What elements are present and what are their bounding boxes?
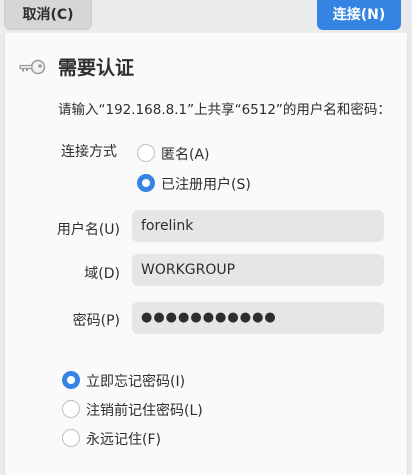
anonymous-radio-label[interactable]: 匿名(A): [161, 144, 210, 164]
username-label: 用户名(U): [56, 222, 120, 238]
domain-label: 域(D): [84, 266, 120, 282]
key-icon: [19, 59, 46, 75]
registered-user-radio-label[interactable]: 已注册用户(S): [161, 174, 251, 194]
registered-user-radio[interactable]: [137, 174, 155, 192]
connect-button[interactable]: 连接(N): [317, 0, 401, 30]
dialog-title: 需要认证: [58, 57, 135, 79]
remember-until-logout-radio-label[interactable]: 注销前记住密码(L): [86, 400, 203, 420]
password-label: 密码(P): [72, 313, 120, 329]
remember-until-logout-radio[interactable]: [62, 400, 80, 418]
remember-forever-radio[interactable]: [62, 429, 80, 447]
password-input[interactable]: ●●●●●●●●●●●: [132, 302, 384, 334]
cancel-button[interactable]: 取消(C): [4, 0, 92, 30]
forget-immediately-radio-label[interactable]: 立即忘记密码(I): [86, 371, 185, 391]
header-bar: 取消(C) 连接(N): [0, 0, 412, 33]
connect-method-label: 连接方式: [61, 144, 117, 160]
username-input[interactable]: forelink: [132, 210, 384, 242]
dialog-content: 需要认证 请输入“192.168.8.1”上共享“6512”的用户名和密码： 连…: [4, 33, 408, 475]
forget-immediately-radio[interactable]: [62, 371, 80, 389]
remember-forever-radio-label[interactable]: 永远记住(F): [86, 429, 161, 449]
anonymous-radio[interactable]: [137, 144, 155, 162]
domain-input[interactable]: WORKGROUP: [132, 254, 384, 286]
dialog-message: 请输入“192.168.8.1”上共享“6512”的用户名和密码：: [58, 102, 391, 118]
